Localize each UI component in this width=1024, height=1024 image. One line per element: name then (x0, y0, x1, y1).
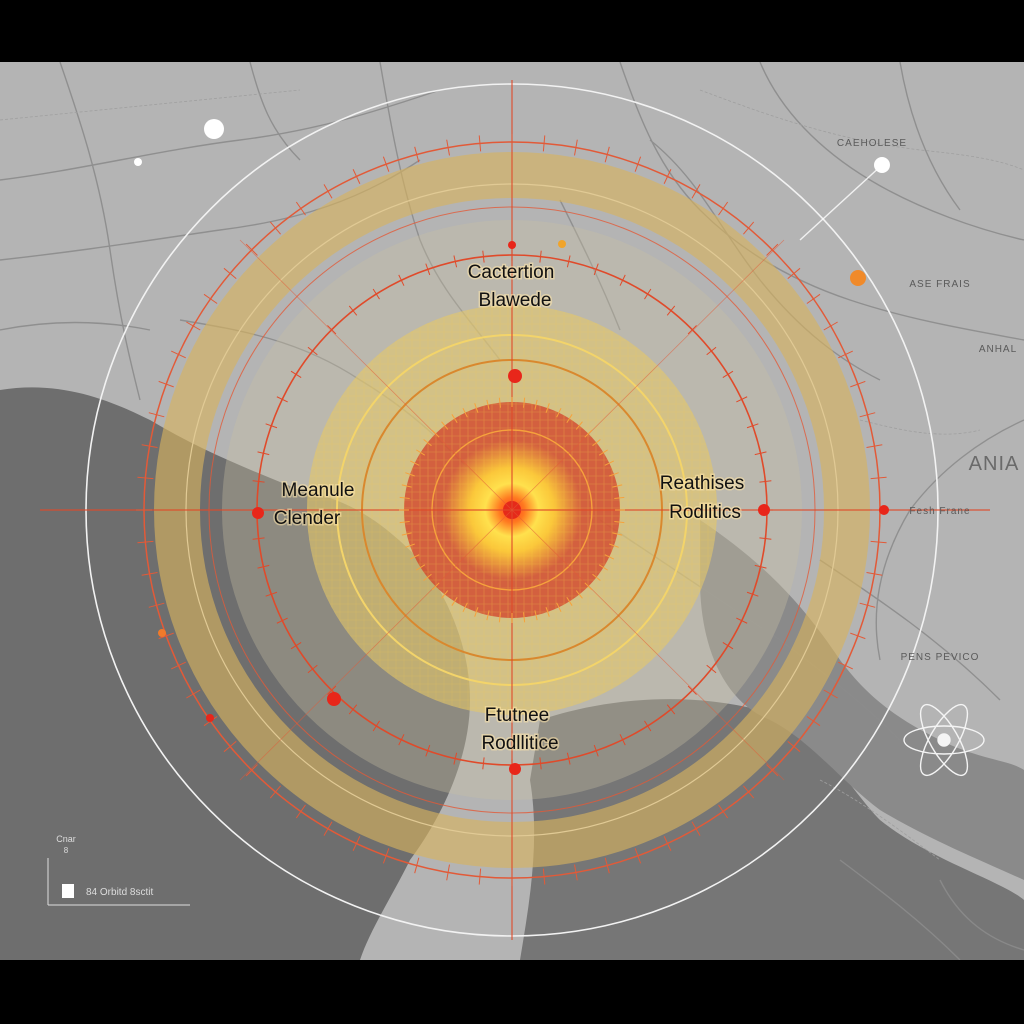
svg-text:Rodllitice: Rodllitice (481, 733, 558, 754)
svg-text:Ftutnee: Ftutnee (485, 705, 549, 726)
svg-text:Clender: Clender (274, 508, 341, 529)
place-label-anhal: ANHAL (979, 344, 1017, 355)
svg-text:Rodlitics: Rodlitics (669, 502, 741, 523)
place-label-ania: ANIA (969, 453, 1020, 475)
marker-white-small[interactable] (134, 158, 142, 166)
place-label-caeholese: CAEHOLESE (837, 138, 907, 149)
marker-south[interactable] (509, 763, 521, 775)
marker-far-east[interactable] (879, 505, 889, 515)
marker-southwest[interactable] (327, 692, 341, 706)
marker-north-minor[interactable] (558, 240, 566, 248)
place-label-pens-pevico: PENS PEVICO (901, 652, 980, 663)
svg-text:Meanule: Meanule (282, 480, 355, 501)
marker-northeast[interactable] (850, 270, 866, 286)
marker-white-northwest[interactable] (204, 119, 224, 139)
place-label-ase-frais: ASE FRAIS (909, 279, 970, 290)
marker-southwest-small[interactable] (158, 629, 166, 637)
map-frame: Cactertion Blawede Meanule Clender Reath… (0, 0, 1024, 1024)
marker-north-outer[interactable] (508, 241, 516, 249)
blast-radius-map: Cactertion Blawede Meanule Clender Reath… (0, 62, 1024, 960)
legend-title: Cnar (56, 834, 76, 844)
marker-west[interactable] (252, 507, 264, 519)
marker-east[interactable] (758, 504, 770, 516)
svg-text:Blawede: Blawede (479, 290, 552, 311)
svg-text:Reathises: Reathises (660, 473, 745, 494)
legend-swatch (62, 884, 74, 898)
svg-text:Cactertion: Cactertion (468, 262, 555, 283)
legend-subtitle: 8 (64, 846, 69, 855)
marker-southwest-outer[interactable] (206, 714, 214, 722)
marker-north[interactable] (508, 369, 522, 383)
place-label-fesh-frane: Fesh Frane (909, 506, 970, 517)
legend-scale-text: 84 Orbitd 8sctit (86, 887, 153, 898)
